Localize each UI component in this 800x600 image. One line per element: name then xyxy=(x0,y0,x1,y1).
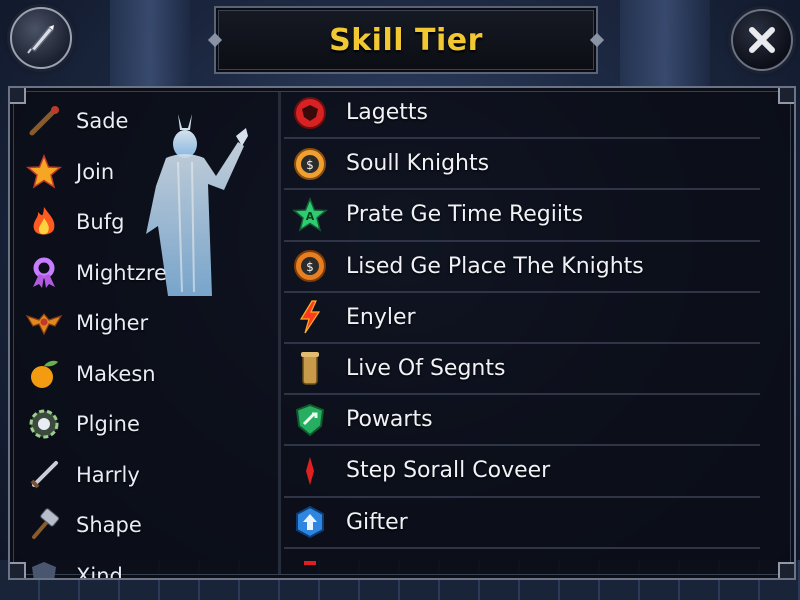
gear-emblem-icon xyxy=(24,404,64,444)
scroll-icon xyxy=(290,349,330,389)
shield-icon xyxy=(24,556,64,578)
red-partial-icon xyxy=(290,553,330,578)
left-list-label: Shape xyxy=(76,513,142,538)
sword-icon xyxy=(24,455,64,495)
column-divider xyxy=(278,92,281,574)
right-list-item[interactable]: Lagetts xyxy=(284,88,760,140)
quill-icon xyxy=(27,25,55,54)
right-list-label: Lised Ge Place The Knights xyxy=(346,253,644,279)
left-list-item[interactable]: Makesn xyxy=(24,349,264,400)
right-list-label: Soull Knights xyxy=(346,151,490,177)
right-list-item[interactable]: A Prate Ge Time Regiits xyxy=(284,190,760,242)
right-list-item[interactable]: Enyler xyxy=(284,293,760,344)
svg-text:$: $ xyxy=(306,158,314,172)
orange-shield-icon: $ xyxy=(290,246,330,286)
right-list-label: Gifter xyxy=(346,509,408,535)
left-list-label: Migher xyxy=(76,311,149,336)
left-list-item[interactable]: Xind xyxy=(24,551,264,580)
right-list-item[interactable]: $ Soull Knights xyxy=(284,139,760,191)
left-list-item[interactable]: Plgine xyxy=(24,399,264,450)
left-list-label: Sade xyxy=(76,109,129,134)
close-x-icon xyxy=(749,27,775,53)
left-list-label: Join xyxy=(76,159,115,184)
right-list-item[interactable]: Powarts xyxy=(284,395,760,447)
left-list-item[interactable]: Shape xyxy=(24,500,264,551)
hammer-icon xyxy=(24,505,64,545)
gold-shield-icon: $ xyxy=(290,144,330,184)
left-list-label: Harrly xyxy=(76,462,140,487)
right-list-label: Powarts xyxy=(346,407,433,433)
right-list-item[interactable]: $ Lised Ge Place The Knights xyxy=(284,242,760,293)
orange-fruit-icon xyxy=(24,354,64,394)
right-list-item[interactable] xyxy=(284,549,760,578)
left-list-item[interactable]: Harrly xyxy=(24,450,264,501)
left-list-label: Makesn xyxy=(76,361,156,386)
lightning-icon xyxy=(290,297,330,337)
blue-gem-icon xyxy=(290,502,330,542)
right-list-item[interactable]: Step Sorall Coveer xyxy=(284,446,760,498)
panel-corner-ornament xyxy=(778,88,794,104)
right-list-item[interactable]: Gifter xyxy=(284,498,760,549)
right-list-item[interactable]: Live Of Segnts xyxy=(284,344,760,396)
left-list-label: Plgine xyxy=(76,412,140,437)
right-skill-list: Lagetts $ Soull Knights A Prate Ge Time … xyxy=(284,88,760,578)
red-emblem-icon xyxy=(290,93,330,133)
star-icon xyxy=(24,152,64,192)
right-list-label: Enyler xyxy=(346,304,416,330)
left-list-label: Xind xyxy=(76,563,123,580)
left-list-label: Bufg xyxy=(76,210,125,235)
quill-menu-button[interactable] xyxy=(10,7,72,69)
staff-icon xyxy=(24,101,64,141)
skill-tier-panel: Sade Join Bufg Mightzre Migher Makesn Pl… xyxy=(8,86,796,580)
close-button[interactable] xyxy=(731,9,793,71)
background-pillar xyxy=(620,0,710,90)
background-pillar xyxy=(110,0,190,90)
green-star-icon: A xyxy=(290,195,330,235)
green-badge-icon xyxy=(290,400,330,440)
flame-icon xyxy=(24,202,64,242)
right-list-label: Prate Ge Time Regiits xyxy=(346,202,584,228)
right-list-label: Step Sorall Coveer xyxy=(346,458,551,484)
title-banner: Skill Tier xyxy=(214,6,598,74)
page-title: Skill Tier xyxy=(329,22,483,58)
ghost-character-figure xyxy=(146,114,248,296)
svg-text:$: $ xyxy=(306,260,314,274)
red-shard-icon xyxy=(290,451,330,491)
ribbon-icon xyxy=(24,253,64,293)
panel-corner-ornament xyxy=(778,562,794,578)
svg-text:A: A xyxy=(306,210,315,223)
winged-crest-icon xyxy=(24,303,64,343)
right-list-label: Lagetts xyxy=(346,100,428,126)
right-list-label: Live Of Segnts xyxy=(346,356,506,382)
